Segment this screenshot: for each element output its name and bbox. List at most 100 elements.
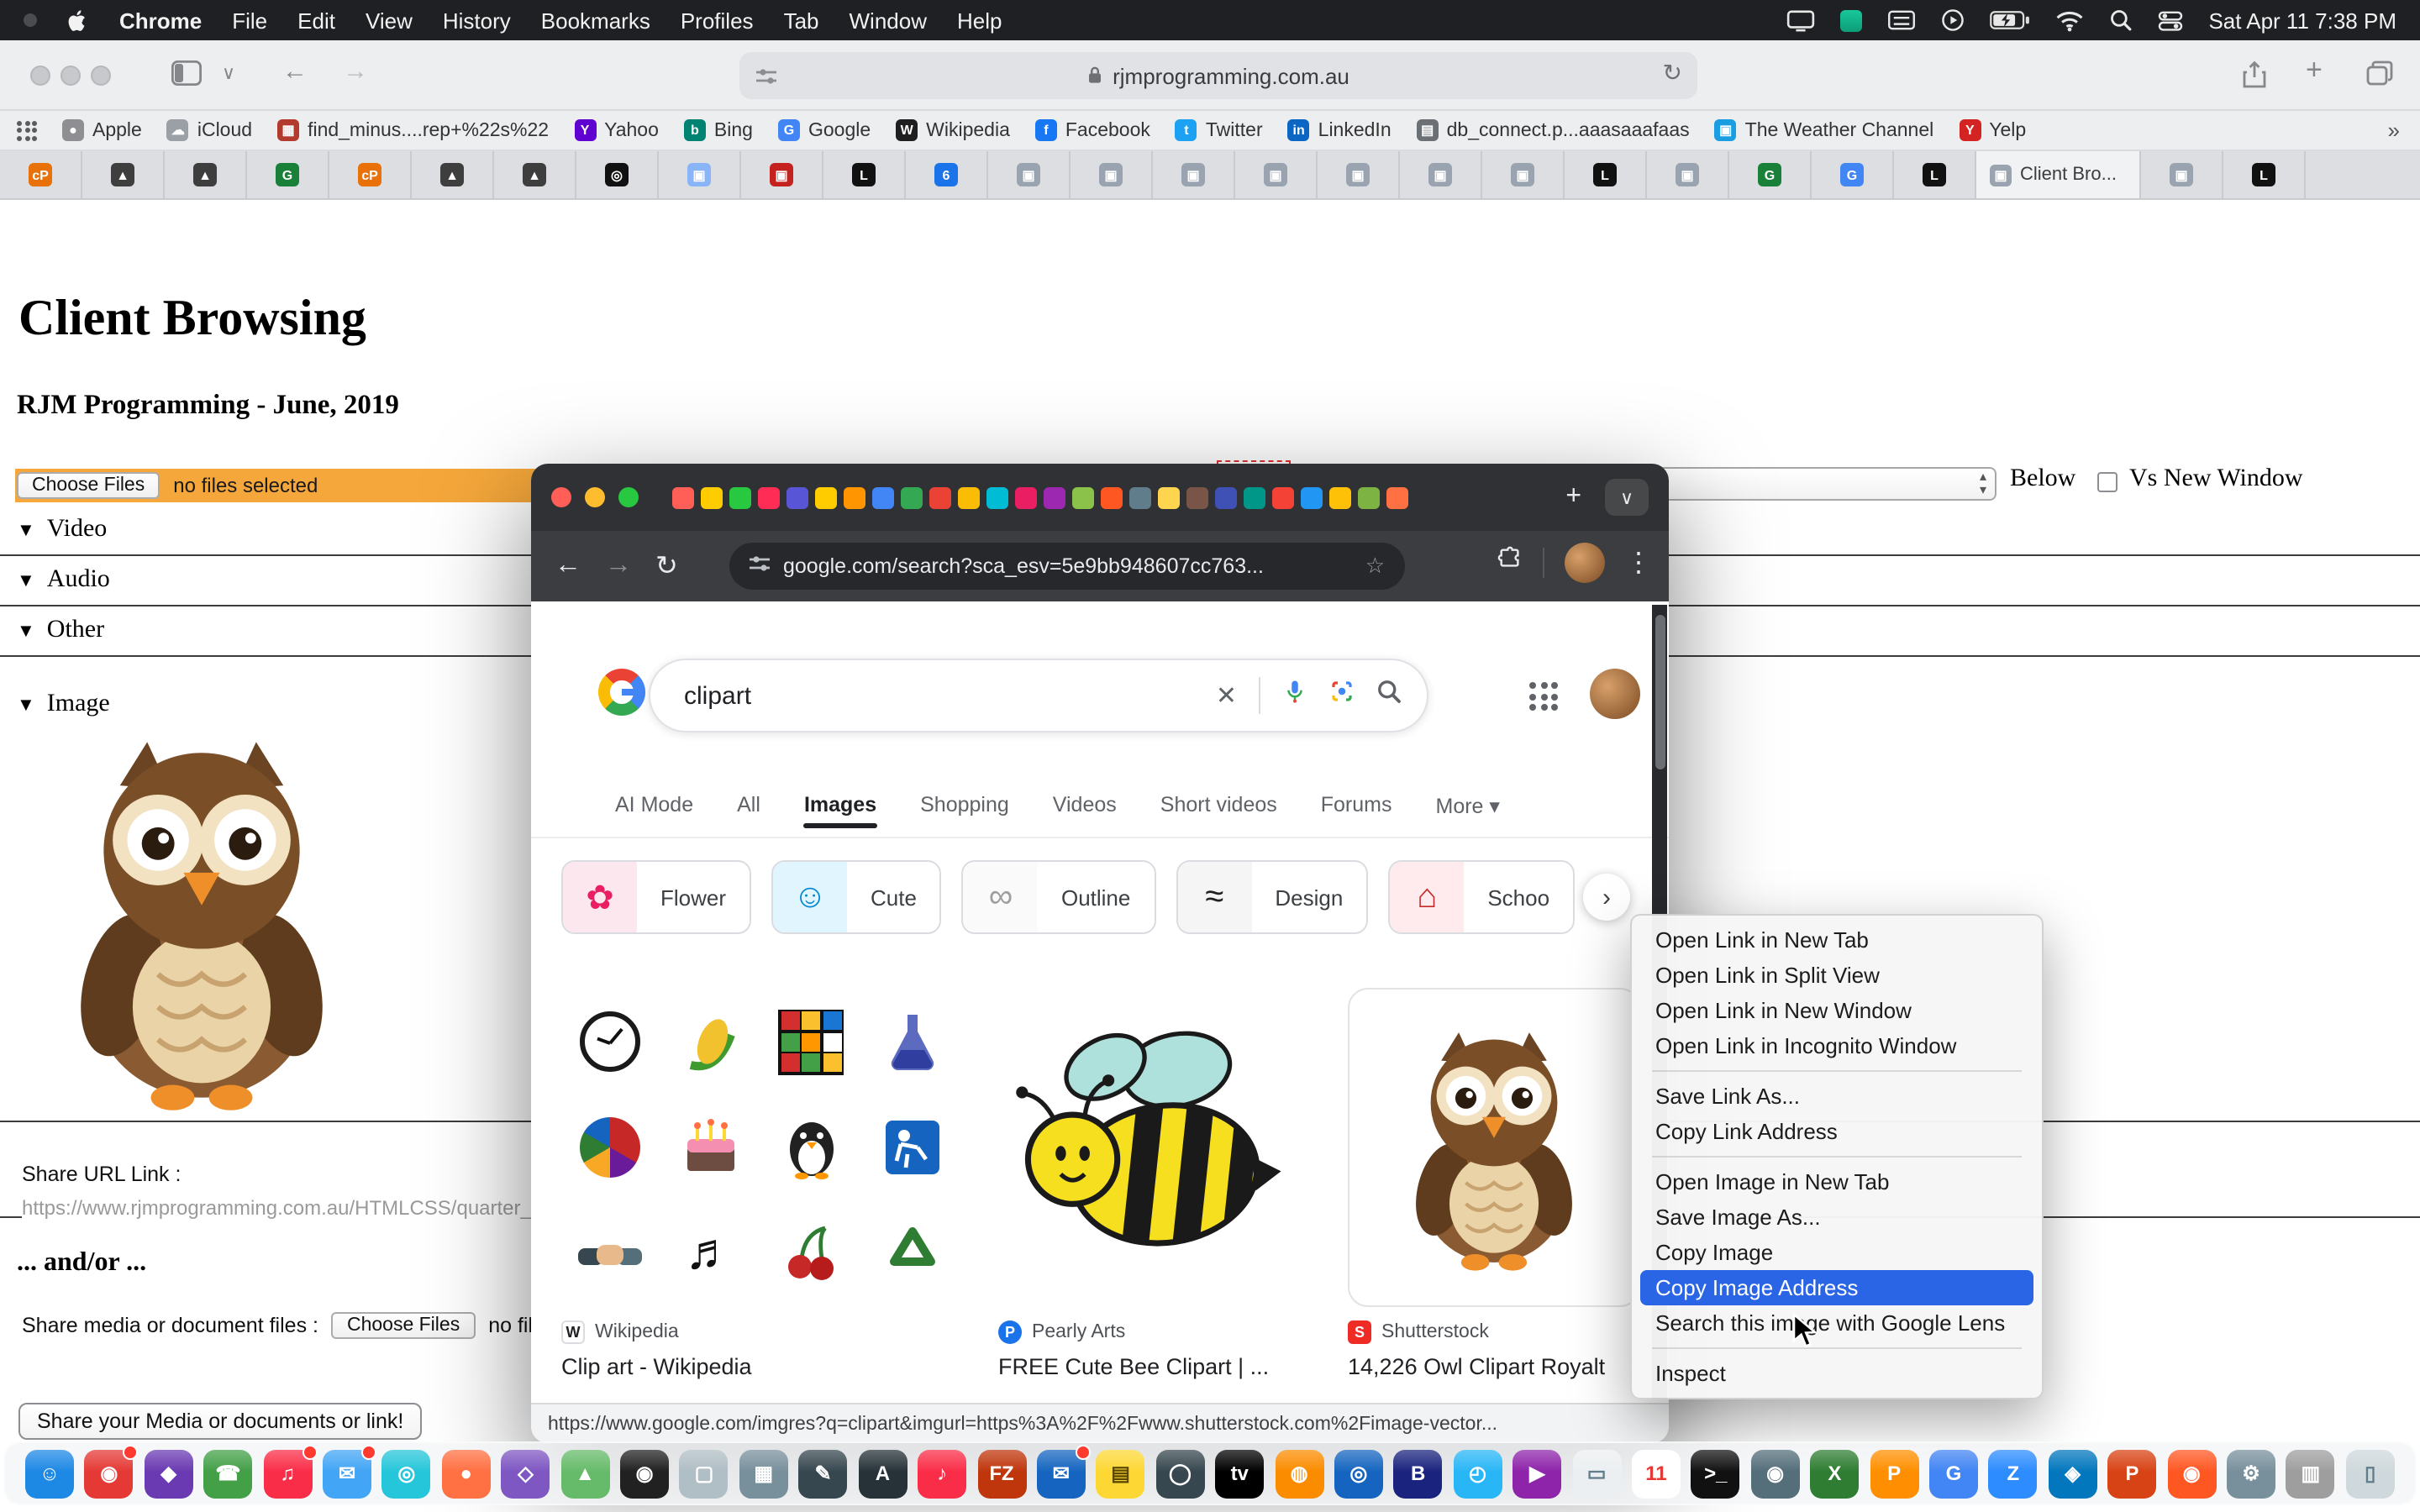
dock-app-icon[interactable]: Z xyxy=(1989,1449,2038,1498)
context-menu-item[interactable]: Open Image in New Tab xyxy=(1632,1164,2042,1200)
context-menu-item[interactable]: Open Link in Incognito Window xyxy=(1632,1028,2042,1063)
dock-app-icon[interactable]: B xyxy=(1394,1449,1443,1498)
google-logo[interactable] xyxy=(598,669,645,716)
bookmark-item[interactable]: inLinkedIn xyxy=(1288,119,1392,141)
tab-search-chevron-icon[interactable]: ∨ xyxy=(1605,479,1649,516)
context-menu-item[interactable]: Save Link As... xyxy=(1632,1079,2042,1114)
browser-tab[interactable]: ▣ xyxy=(1235,151,1318,198)
bookmark-item[interactable]: bBing xyxy=(684,119,753,141)
popup-tab-favicon[interactable] xyxy=(1329,486,1351,508)
context-menu-item[interactable]: Copy Link Address xyxy=(1632,1114,2042,1149)
bookmark-item[interactable]: WWikipedia xyxy=(896,119,1010,141)
context-menu-item[interactable]: Save Image As... xyxy=(1632,1200,2042,1235)
popup-tab-favicon[interactable] xyxy=(1272,486,1294,508)
minimize-window-button[interactable] xyxy=(585,487,605,507)
popup-tab-favicon[interactable] xyxy=(1358,486,1380,508)
results-tab[interactable]: Images xyxy=(804,793,876,816)
dock-app-icon[interactable]: ◉ xyxy=(1751,1449,1800,1498)
browser-tab[interactable]: ▲ xyxy=(165,151,247,198)
related-search-chip[interactable]: ∞ Outline xyxy=(962,860,1155,934)
popup-tab-favicon[interactable] xyxy=(1215,486,1237,508)
results-tab[interactable]: Shopping xyxy=(920,793,1009,816)
related-search-chip[interactable]: ≈ Design xyxy=(1176,860,1368,934)
popup-tab-favicon[interactable] xyxy=(1301,486,1323,508)
browser-tab[interactable]: ▲ xyxy=(494,151,576,198)
browser-tab[interactable]: G xyxy=(1729,151,1812,198)
popup-tab-favicon[interactable] xyxy=(872,486,894,508)
browser-tab[interactable]: ▣ xyxy=(1400,151,1482,198)
dock-app-icon[interactable]: X xyxy=(1810,1449,1859,1498)
dock-app-icon[interactable]: ✎ xyxy=(799,1449,848,1498)
result-source[interactable]: S Shutterstock xyxy=(1348,1320,1489,1344)
bee-clipart-image[interactable] xyxy=(998,991,1311,1304)
bookmark-item[interactable]: ●Apple xyxy=(62,119,142,141)
popup-tab-favicon[interactable] xyxy=(1015,486,1037,508)
apple-menu-icon[interactable] xyxy=(67,8,89,33)
share-icon[interactable] xyxy=(2242,60,2267,96)
popup-tab-favicon[interactable] xyxy=(929,486,951,508)
battery-icon[interactable] xyxy=(1990,10,2030,30)
popup-tab-favicon[interactable] xyxy=(1044,486,1065,508)
dock-app-icon[interactable]: ▤ xyxy=(1097,1449,1145,1498)
choose-files-button[interactable]: Choose Files xyxy=(17,472,160,499)
popup-tab-favicon[interactable] xyxy=(958,486,980,508)
display-icon[interactable] xyxy=(1786,9,1815,31)
context-menu-item[interactable]: Open Link in Split View xyxy=(1632,958,2042,993)
new-tab-icon[interactable]: + xyxy=(1555,482,1591,512)
browser-tab[interactable]: ▣ xyxy=(1318,151,1400,198)
menu-item[interactable]: View xyxy=(366,8,413,33)
dock-app-icon[interactable]: G xyxy=(1929,1449,1978,1498)
bookmark-item[interactable]: YYahoo xyxy=(574,119,659,141)
vs-new-window-checkbox[interactable] xyxy=(2097,472,2118,492)
browser-tab[interactable]: ▲ xyxy=(82,151,165,198)
close-window-button[interactable] xyxy=(551,487,571,507)
browser-tab[interactable]: ▣ xyxy=(1153,151,1235,198)
control-center-icon[interactable] xyxy=(2158,9,2183,31)
results-tab[interactable]: Forums xyxy=(1321,793,1392,816)
popup-tab-favicon[interactable] xyxy=(1386,486,1408,508)
dock-app-icon[interactable]: ◉ xyxy=(620,1449,669,1498)
dock-app-icon[interactable]: P xyxy=(2107,1449,2156,1498)
profile-avatar[interactable] xyxy=(1565,543,1605,583)
browser-tab[interactable]: G xyxy=(247,151,329,198)
browser-tab[interactable]: L xyxy=(1565,151,1647,198)
dock-app-icon[interactable]: ▯ xyxy=(2346,1449,2395,1498)
bookmark-star-icon[interactable]: ☆ xyxy=(1365,553,1385,580)
menu-item[interactable]: Window xyxy=(850,8,928,33)
zoom-window-button[interactable] xyxy=(618,487,639,507)
browser-tab[interactable]: ▣ xyxy=(1071,151,1153,198)
popup-tab-favicon[interactable] xyxy=(729,486,751,508)
menu-item[interactable]: Profiles xyxy=(681,8,754,33)
dock-app-icon[interactable]: A xyxy=(858,1449,907,1498)
address-bar[interactable]: rjmprogramming.com.au ↻ xyxy=(739,52,1697,99)
forward-icon[interactable]: → xyxy=(605,551,632,581)
context-menu-item[interactable]: Copy Image xyxy=(1632,1235,2042,1270)
dock-app-icon[interactable]: ▥ xyxy=(2286,1449,2335,1498)
popup-tab-favicon[interactable] xyxy=(986,486,1008,508)
popup-tab-favicon[interactable] xyxy=(1158,486,1180,508)
results-tab[interactable]: All xyxy=(737,793,760,816)
bookmark-item[interactable]: ▣The Weather Channel xyxy=(1715,119,1934,141)
bookmark-item[interactable]: tTwitter xyxy=(1176,119,1263,141)
menu-kebab-icon[interactable]: ⋮ xyxy=(1625,546,1652,580)
context-menu-item[interactable]: Inspect xyxy=(1632,1356,2042,1391)
search-query[interactable]: clipart xyxy=(684,681,1194,710)
bookmark-item[interactable]: ▤db_connect.p...aaasaaafaas xyxy=(1417,119,1690,141)
popup-tab-favicon[interactable] xyxy=(815,486,837,508)
menu-clock[interactable]: Sat Apr 11 7:38 PM xyxy=(2208,8,2396,33)
dock-app-icon[interactable]: ▦ xyxy=(739,1449,788,1498)
dock-app-icon[interactable]: ◉ xyxy=(85,1449,134,1498)
browser-tab[interactable]: L xyxy=(823,151,906,198)
result-title[interactable]: FREE Cute Bee Clipart | ... xyxy=(998,1354,1326,1379)
browser-tab[interactable]: cP xyxy=(329,151,412,198)
owl-result-card[interactable] xyxy=(1348,988,1640,1307)
tab-overview-icon[interactable] xyxy=(2366,60,2393,92)
menu-item[interactable]: Edit xyxy=(297,8,335,33)
dock-app-icon[interactable]: ▢ xyxy=(680,1449,729,1498)
popup-tab-favicon[interactable] xyxy=(758,486,780,508)
dock-app-icon[interactable]: ● xyxy=(442,1449,491,1498)
dock-app-icon[interactable]: ▲ xyxy=(560,1449,609,1498)
spotlight-icon[interactable] xyxy=(2109,8,2133,32)
share-url-input[interactable]: https://www.rjmprogramming.com.au/HTMLCS… xyxy=(22,1196,542,1220)
sidebar-chevron-icon[interactable]: ∨ xyxy=(222,62,235,84)
